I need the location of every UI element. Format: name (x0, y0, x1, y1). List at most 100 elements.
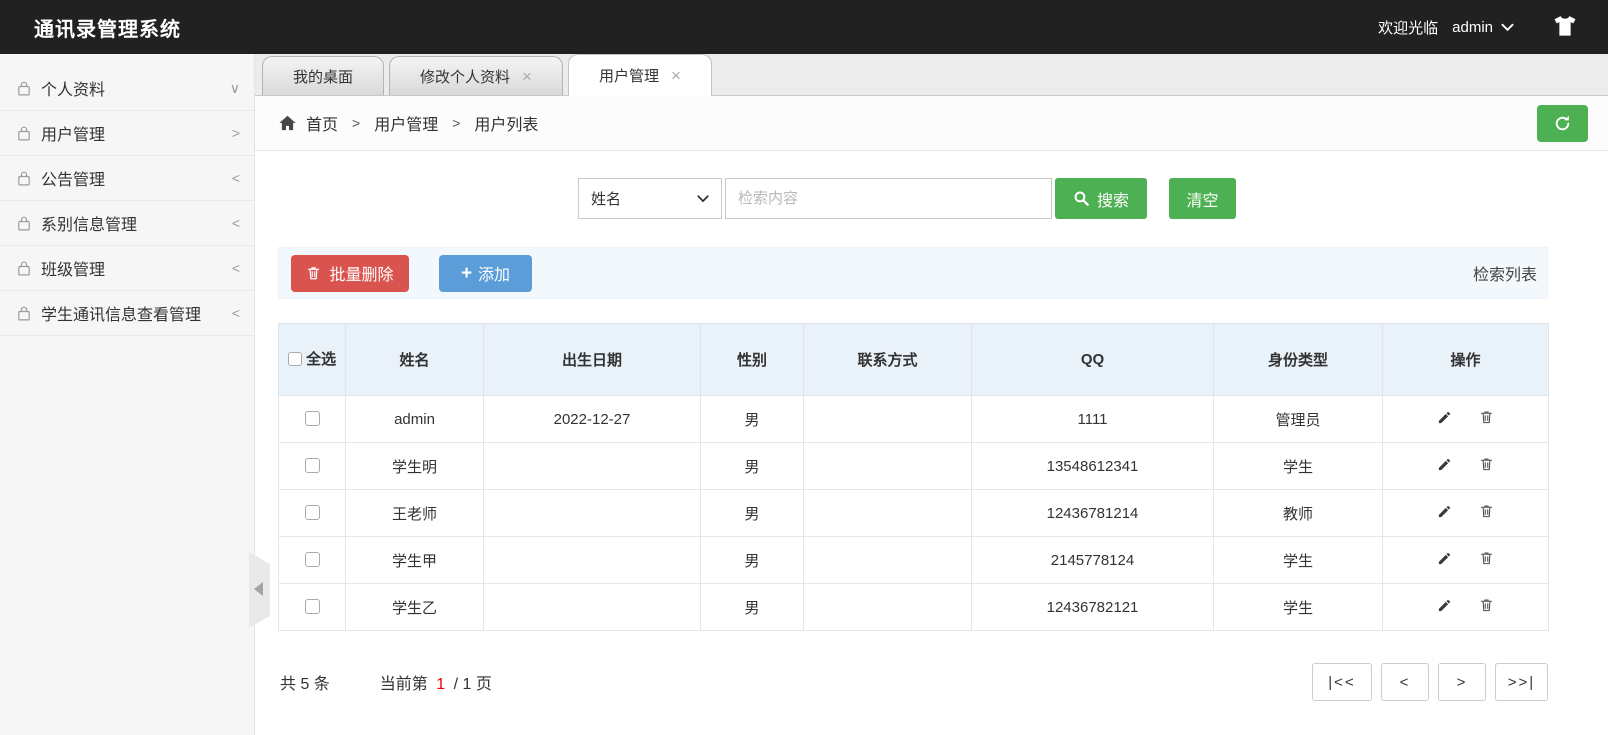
table-header-row: 全选 姓名 出生日期 性别 联系方式 QQ 身份类型 操作 (278, 323, 1549, 396)
cell-birthday (483, 442, 701, 490)
search-button[interactable]: 搜索 (1055, 178, 1147, 219)
col-header-role: 身份类型 (1213, 323, 1383, 396)
select-all-label: 全选 (306, 350, 337, 368)
cell-birthday (483, 536, 701, 584)
add-button[interactable]: + 添加 (439, 254, 532, 292)
sidebar-item-profile[interactable]: 个人资料 ∨ (0, 66, 254, 111)
row-checkbox[interactable] (304, 551, 320, 567)
clear-button-label: 清空 (1186, 192, 1219, 210)
current-page-prefix: 当前第 (379, 676, 428, 693)
refresh-icon (1553, 114, 1572, 133)
row-checkbox[interactable] (304, 410, 320, 426)
sidebar-item-announcements[interactable]: 公告管理 < (0, 156, 254, 201)
edit-icon[interactable] (1433, 410, 1455, 425)
search-button-label: 搜索 (1096, 192, 1129, 210)
bag-icon (16, 215, 32, 232)
delete-icon[interactable] (1476, 597, 1498, 613)
edit-icon[interactable] (1433, 551, 1455, 566)
cell-role: 教师 (1213, 489, 1383, 537)
pagination: |<< < > >>| (1312, 663, 1548, 701)
delete-icon[interactable] (1476, 550, 1498, 566)
cell-qq: 12436782121 (971, 583, 1214, 631)
user-table: 全选 姓名 出生日期 性别 联系方式 QQ 身份类型 操作 admin 2022… (278, 323, 1549, 631)
toolbar-panel: 批量删除 + 添加 检索列表 (278, 247, 1548, 299)
chevron-right-icon: > (231, 125, 240, 141)
cell-birthday: 2022-12-27 (483, 395, 701, 443)
close-icon[interactable]: × (671, 67, 681, 84)
last-page-button[interactable]: >>| (1495, 663, 1548, 701)
edit-icon[interactable] (1433, 457, 1455, 472)
chevron-left-icon: < (231, 260, 240, 276)
cell-role: 学生 (1213, 583, 1383, 631)
sidebar-item-label: 公告管理 (41, 172, 106, 189)
first-page-button[interactable]: |<< (1312, 663, 1372, 701)
breadcrumb-separator: > (452, 115, 461, 131)
home-icon (278, 114, 297, 132)
total-pages-text: / 1 页 (453, 676, 492, 693)
cell-name: 学生明 (345, 442, 484, 490)
row-checkbox[interactable] (304, 504, 320, 520)
cell-name: 学生乙 (345, 583, 484, 631)
breadcrumb-user-management[interactable]: 用户管理 (374, 111, 438, 135)
search-input[interactable] (725, 178, 1052, 219)
delete-icon[interactable] (1476, 503, 1498, 519)
row-checkbox[interactable] (304, 598, 320, 614)
chevron-left-icon: < (231, 215, 240, 231)
select-all-checkbox[interactable] (287, 351, 302, 366)
search-icon (1073, 190, 1090, 207)
edit-icon[interactable] (1433, 504, 1455, 519)
close-icon[interactable]: × (522, 68, 532, 85)
edit-icon[interactable] (1433, 598, 1455, 613)
search-field-select[interactable]: 姓名 (578, 178, 722, 219)
tab-user-management[interactable]: 用户管理 × (567, 54, 712, 96)
breadcrumb-home[interactable]: 首页 (306, 111, 338, 135)
col-header-birthday: 出生日期 (483, 323, 701, 396)
cell-contact (803, 395, 972, 443)
sidebar-collapse-handle[interactable] (249, 552, 270, 628)
cell-gender: 男 (700, 536, 804, 584)
collapse-left-icon (254, 582, 263, 596)
cell-role: 学生 (1213, 536, 1383, 584)
tab-label: 我的桌面 (293, 68, 354, 86)
cell-name: 学生甲 (345, 536, 484, 584)
table-row: 学生明 男 13548612341 学生 (278, 442, 1549, 490)
table-row: admin 2022-12-27 男 1111 管理员 (278, 395, 1549, 443)
main-area: 我的桌面 修改个人资料 × 用户管理 × 首页 > 用户管理 > 用户列表 姓名… (255, 54, 1608, 735)
sidebar-item-departments[interactable]: 系别信息管理 < (0, 201, 254, 246)
cell-role: 学生 (1213, 442, 1383, 490)
delete-icon[interactable] (1476, 456, 1498, 472)
refresh-button[interactable] (1537, 105, 1588, 142)
app-title: 通讯录管理系统 (34, 18, 181, 41)
sidebar-item-users[interactable]: 用户管理 > (0, 111, 254, 156)
trash-icon (306, 265, 321, 281)
cell-qq: 12436781214 (971, 489, 1214, 537)
chevron-left-icon: < (231, 305, 240, 321)
chevron-left-icon: < (231, 170, 240, 186)
tab-my-desktop[interactable]: 我的桌面 (262, 56, 385, 95)
sidebar-item-classes[interactable]: 班级管理 < (0, 246, 254, 291)
sidebar-item-student-contacts[interactable]: 学生通讯信息查看管理 < (0, 291, 254, 336)
cell-name: admin (345, 395, 484, 443)
add-label: 添加 (478, 267, 511, 284)
cell-qq: 2145778124 (971, 536, 1214, 584)
bag-icon (16, 305, 32, 322)
next-page-button[interactable]: > (1438, 663, 1486, 701)
row-checkbox[interactable] (304, 457, 320, 473)
prev-page-button[interactable]: < (1381, 663, 1429, 701)
tabstrip: 我的桌面 修改个人资料 × 用户管理 × (255, 54, 1608, 96)
clear-button[interactable]: 清空 (1169, 178, 1236, 219)
tshirt-icon[interactable] (1552, 15, 1578, 39)
batch-delete-button[interactable]: 批量删除 (291, 254, 409, 292)
tab-edit-profile[interactable]: 修改个人资料 × (389, 56, 563, 95)
bag-icon (16, 80, 32, 97)
col-header-name: 姓名 (345, 323, 484, 396)
current-page-label: 当前第 1 / 1 页 (380, 670, 492, 694)
user-menu[interactable]: admin (1452, 19, 1514, 36)
panel-title: 检索列表 (1472, 267, 1537, 284)
cell-name: 王老师 (345, 489, 484, 537)
delete-icon[interactable] (1476, 409, 1498, 425)
select-all-header: 全选 (278, 323, 346, 396)
chevron-down-icon (1501, 23, 1514, 32)
cell-contact (803, 536, 972, 584)
breadcrumb-user-list[interactable]: 用户列表 (474, 111, 538, 135)
